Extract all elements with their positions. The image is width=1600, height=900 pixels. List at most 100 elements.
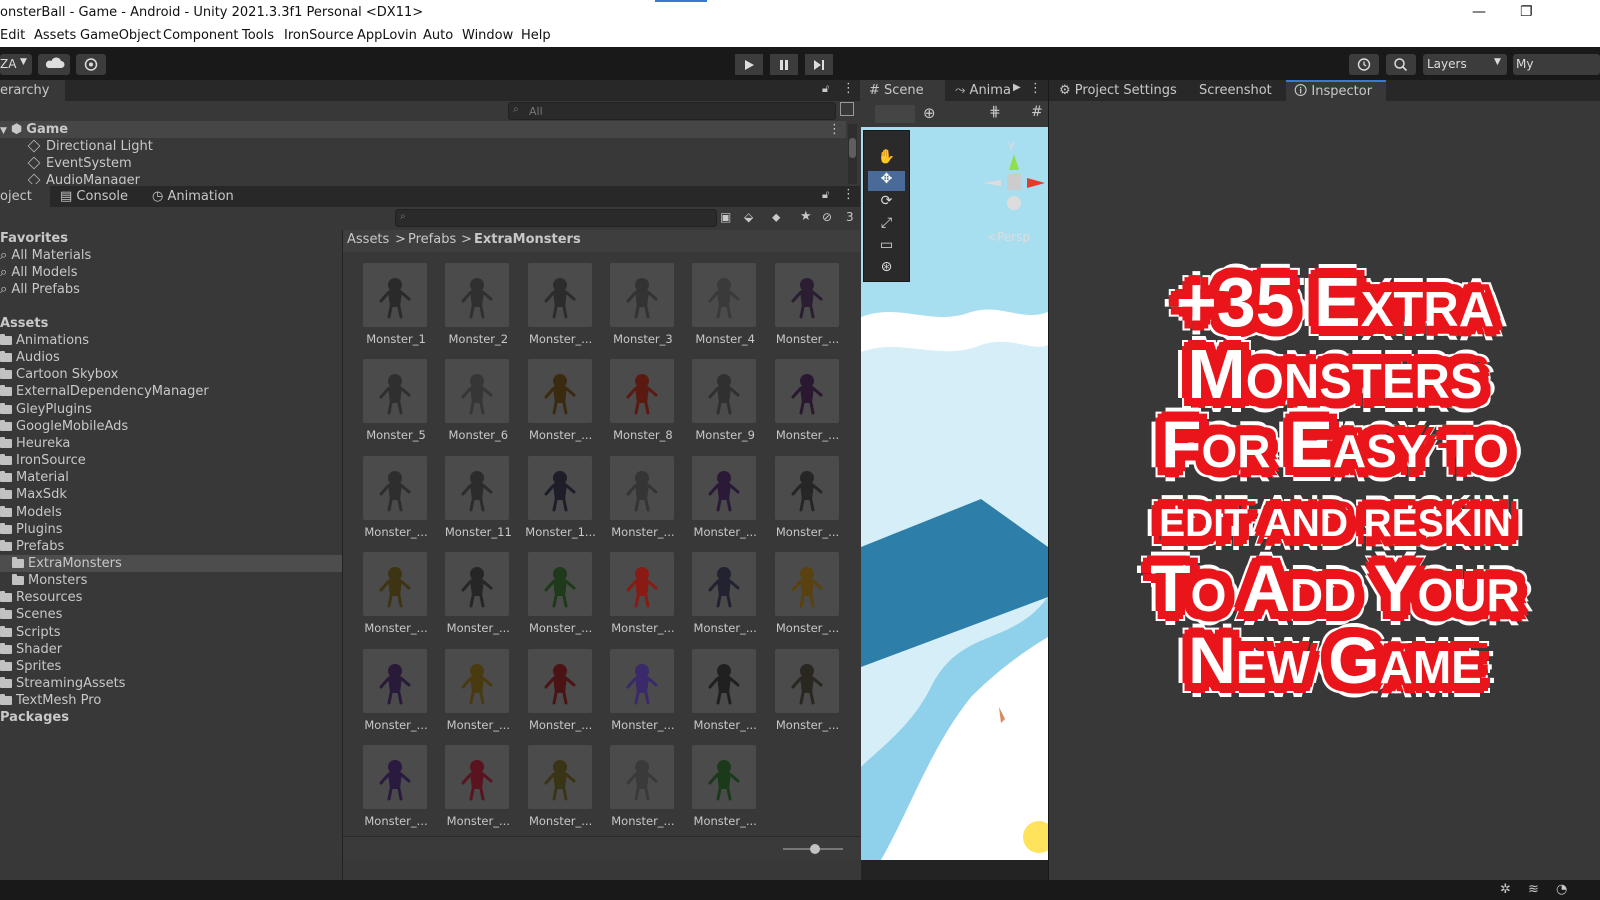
hidden-packages-icon[interactable]: ⊘: [822, 210, 832, 224]
folder-item[interactable]: Heureka: [0, 435, 342, 452]
asset-item[interactable]: Monster_3: [607, 263, 687, 355]
rotate-tool-icon[interactable]: ⟳: [868, 193, 905, 213]
asset-item[interactable]: Monster_...: [360, 455, 440, 548]
scale-tool-icon[interactable]: ⤢: [868, 215, 905, 235]
asset-item[interactable]: Monster_...: [607, 552, 687, 644]
asset-item[interactable]: Monster_...: [525, 745, 605, 837]
rect-tool-icon[interactable]: ▭: [868, 237, 905, 257]
menu-assets[interactable]: Assets: [34, 28, 76, 43]
folder-item[interactable]: ExtraMonsters: [0, 554, 342, 572]
asset-item[interactable]: Monster_6: [442, 359, 522, 451]
folder-item[interactable]: Models: [0, 504, 342, 521]
assets-header[interactable]: Assets: [0, 315, 48, 332]
globe-icon[interactable]: ⊕: [923, 104, 936, 122]
asset-item[interactable]: Monster_5: [360, 359, 440, 451]
asset-item[interactable]: Monster_...: [689, 552, 769, 644]
menu-tools[interactable]: Tools: [242, 28, 274, 43]
folder-item[interactable]: Cartoon Skybox: [0, 366, 342, 383]
draw-mode-dropdown[interactable]: [875, 105, 915, 123]
hand-tool-icon[interactable]: ✋: [868, 149, 905, 169]
folder-item[interactable]: Prefabs: [0, 538, 342, 555]
minimize-button[interactable]: —: [1472, 4, 1486, 20]
menu-component[interactable]: Component: [163, 28, 238, 43]
filter-label-icon[interactable]: ⬙: [744, 210, 753, 224]
star-icon[interactable]: ★: [800, 209, 812, 224]
hierarchy-item[interactable]: EventSystem: [27, 155, 132, 172]
hierarchy-item[interactable]: Directional Light: [27, 138, 153, 155]
folder-item[interactable]: Plugins: [0, 521, 342, 538]
menu-gameobject[interactable]: GameObject: [80, 28, 161, 43]
folder-item[interactable]: MaxSdk: [0, 486, 342, 503]
orientation-gizmo[interactable]: y: [979, 138, 1045, 218]
folder-item[interactable]: Audios: [0, 349, 342, 366]
transform-tool-icon[interactable]: ⊛: [868, 259, 905, 279]
asset-item[interactable]: Monster_8: [607, 359, 687, 451]
asset-item[interactable]: Monster_...: [772, 455, 852, 548]
folder-item[interactable]: Animations: [0, 332, 342, 349]
folder-item[interactable]: Monsters: [0, 572, 342, 589]
history-button[interactable]: [1349, 54, 1379, 75]
persp-label[interactable]: <Persp: [987, 230, 1030, 244]
asset-item[interactable]: Monster_...: [607, 455, 687, 548]
asset-item[interactable]: Monster_11: [442, 455, 522, 548]
kebab-menu-icon[interactable]: ⋮: [842, 81, 855, 96]
asset-item[interactable]: Monster_...: [360, 552, 440, 644]
zoom-slider-handle[interactable]: [810, 844, 820, 854]
asset-item[interactable]: Monster_...: [360, 648, 440, 741]
kebab-menu-icon[interactable]: ⋮: [828, 121, 841, 138]
asset-item[interactable]: Monster_...: [772, 552, 852, 644]
account-dropdown[interactable]: ZA ▼: [0, 54, 32, 75]
hierarchy-item[interactable]: AudioManager: [28, 172, 140, 184]
grid-snap-icon[interactable]: ⋕: [989, 104, 1001, 120]
kebab-menu-icon[interactable]: ⋮: [842, 187, 855, 202]
asset-item[interactable]: Monster_1...: [525, 455, 605, 548]
lock-icon[interactable]: 🔓︎: [822, 82, 829, 96]
layout-dropdown[interactable]: My: [1513, 54, 1600, 75]
asset-item[interactable]: Monster_...: [442, 552, 522, 644]
grid-icon[interactable]: #: [1031, 104, 1043, 120]
tab-project[interactable]: oject: [0, 186, 50, 207]
tab-animator[interactable]: ⤳ Anima: [947, 80, 1019, 101]
cloud-button[interactable]: [38, 54, 70, 75]
scene-row[interactable]: ▼ ⬢ Game ⋮: [0, 121, 846, 138]
add-icon[interactable]: [840, 102, 854, 116]
filter-type-icon[interactable]: ▣: [720, 210, 731, 224]
folder-item[interactable]: Scripts: [0, 624, 342, 641]
move-tool-icon[interactable]: ✥: [868, 171, 905, 191]
scrollbar-thumb[interactable]: [849, 138, 856, 158]
lock-icon[interactable]: 🔓︎: [822, 188, 829, 202]
favorite-item[interactable]: ⌕ All Models: [0, 264, 77, 281]
asset-item[interactable]: Monster_...: [772, 263, 852, 355]
tab-scene[interactable]: # Scene: [861, 80, 945, 101]
folder-item[interactable]: TextMesh Pro: [0, 692, 342, 709]
pause-button[interactable]: [770, 54, 798, 75]
folder-item[interactable]: Sprites: [0, 658, 342, 675]
asset-item[interactable]: Monster_...: [689, 648, 769, 741]
tab-hierarchy[interactable]: erarchy: [0, 80, 65, 101]
tab-project-settings[interactable]: ⚙ Project Settings: [1051, 80, 1185, 101]
folder-item[interactable]: Resources: [0, 589, 342, 606]
step-button[interactable]: [805, 54, 833, 75]
asset-item[interactable]: Monster_...: [607, 745, 687, 837]
asset-item[interactable]: Monster_9: [689, 359, 769, 451]
menu-auto[interactable]: Auto: [423, 28, 453, 43]
asset-item[interactable]: Monster_...: [525, 263, 605, 355]
hierarchy-scrollbar[interactable]: [848, 124, 857, 184]
folder-item[interactable]: IronSource: [0, 452, 342, 469]
folder-item[interactable]: GoogleMobileAds: [0, 418, 342, 435]
folder-item[interactable]: Scenes: [0, 606, 342, 623]
favorite-item[interactable]: ⌕ All Prefabs: [0, 281, 80, 298]
folder-item[interactable]: Material: [0, 469, 342, 486]
layers-stack-icon[interactable]: ≋: [1528, 882, 1539, 897]
asset-item[interactable]: Monster_...: [607, 648, 687, 741]
asset-item[interactable]: Monster_4: [689, 263, 769, 355]
breadcrumb-prefabs[interactable]: Prefabs: [408, 232, 456, 247]
asset-item[interactable]: Monster_...: [442, 648, 522, 741]
asset-item[interactable]: Monster_2: [442, 263, 522, 355]
folder-item[interactable]: ExternalDependencyManager: [0, 383, 342, 400]
asset-item[interactable]: Monster_...: [689, 745, 769, 837]
breadcrumb-assets[interactable]: Assets: [347, 232, 389, 247]
folder-item[interactable]: StreamingAssets: [0, 675, 342, 692]
menu-edit[interactable]: Edit: [0, 28, 25, 43]
asset-item[interactable]: Monster_...: [442, 745, 522, 837]
